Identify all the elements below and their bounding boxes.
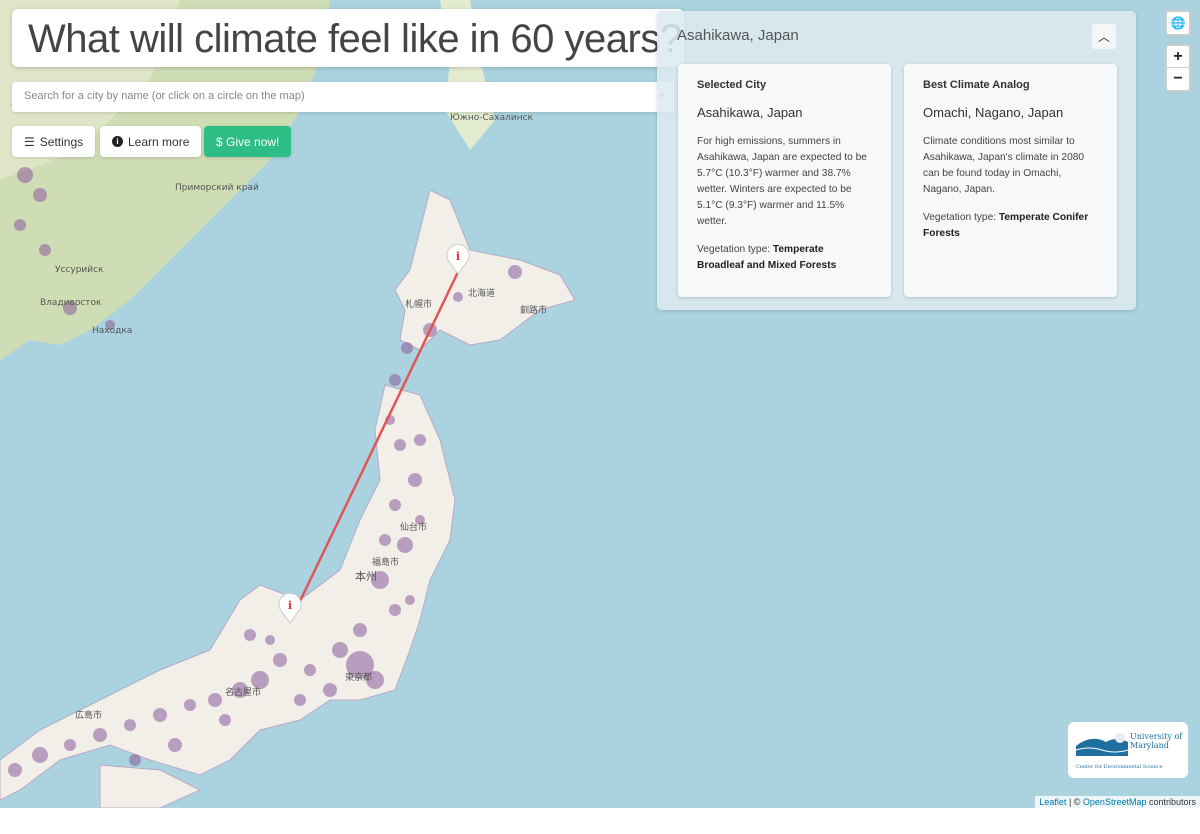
shikoku (99, 764, 202, 808)
city-circle[interactable] (251, 671, 269, 689)
zoom-control: + − (1165, 44, 1191, 92)
card-description: Climate conditions most similar to Asahi… (923, 136, 1085, 195)
card-city: Omachi, Nagano, Japan (923, 105, 1064, 120)
sliders-icon: ☰ (24, 134, 35, 149)
city-circle[interactable] (129, 754, 141, 766)
city-circle[interactable] (389, 374, 401, 386)
city-circle[interactable] (8, 763, 22, 777)
label-hiroshima: 広島市 (75, 709, 102, 721)
zoom-in-button[interactable]: + (1167, 46, 1189, 68)
chevron-up-icon: ︿ (1097, 30, 1110, 44)
vegetation-type: Vegetation type: Temperate Conifer Fores… (923, 210, 1098, 242)
city-circle[interactable] (17, 167, 33, 183)
city-circle[interactable] (153, 708, 167, 722)
city-circle[interactable] (33, 188, 47, 202)
card-description: For high emissions, summers in Asahikawa… (697, 136, 867, 227)
give-now-label: $ Give now! (216, 134, 280, 149)
globe-icon: 🌐 (1170, 16, 1186, 30)
label-fukushima: 福島市 (372, 556, 399, 568)
learn-more-label: Learn more (128, 134, 190, 149)
veg-label: Vegetation type: (697, 244, 773, 255)
city-circle[interactable] (124, 719, 136, 731)
panel-title: Asahikawa, Japan (677, 27, 799, 44)
label-sakhalin: Южно-Сахалинск (450, 113, 534, 123)
city-circle[interactable] (405, 595, 415, 605)
map-attribution: Leaflet | © OpenStreetMap contributors (1035, 796, 1200, 808)
label-hokkaido: 北海道 (468, 287, 495, 299)
give-now-button[interactable]: $ Give now! (204, 126, 292, 157)
city-circle[interactable] (401, 342, 413, 354)
svg-text:i: i (456, 250, 460, 263)
city-circle[interactable] (397, 537, 413, 553)
city-circle[interactable] (304, 664, 316, 676)
city-circle[interactable] (389, 604, 401, 616)
city-circle[interactable] (408, 473, 422, 487)
label-vladivostok: Владивосток (40, 298, 102, 308)
label-tokyo: 東京都 (345, 671, 372, 683)
settings-label: Settings (39, 134, 84, 149)
umces-logo[interactable]: Center for Environmental Science Univers… (1068, 722, 1188, 778)
city-circle[interactable] (323, 683, 337, 697)
label-honshu: 本州 (355, 569, 377, 583)
city-circle[interactable] (219, 714, 231, 726)
label-kushiro: 釧路市 (520, 304, 547, 316)
globe-button[interactable]: 🌐 (1165, 10, 1191, 36)
city-circle[interactable] (93, 728, 107, 742)
learn-more-button[interactable]: i Learn more (100, 126, 202, 157)
selected-city-card: Selected City Asahikawa, Japan For high … (678, 64, 891, 297)
search-placeholder: Search for a city by name (or click on a… (24, 90, 305, 102)
info-icon: i (112, 136, 123, 147)
honshu (0, 384, 456, 801)
leaflet-link[interactable]: Leaflet (1039, 797, 1066, 807)
city-circle[interactable] (389, 499, 401, 511)
city-circle[interactable] (394, 439, 406, 451)
city-circle[interactable] (208, 693, 222, 707)
city-circle[interactable] (379, 534, 391, 546)
city-circle[interactable] (353, 623, 367, 637)
climate-analog-card: Best Climate Analog Omachi, Nagano, Japa… (904, 64, 1117, 297)
label-sendai: 仙台市 (400, 521, 427, 533)
label-sapporo: 札幌市 (405, 298, 432, 310)
city-circle[interactable] (184, 699, 196, 711)
settings-button[interactable]: ☰ Settings (12, 126, 96, 157)
attr-contributors: contributors (1146, 797, 1196, 807)
city-circle[interactable] (453, 292, 463, 302)
city-search-input[interactable]: Search for a city by name (or click on a… (12, 82, 674, 112)
city-circle[interactable] (265, 635, 275, 645)
osm-link[interactable]: OpenStreetMap (1083, 797, 1147, 807)
city-circle[interactable] (414, 434, 426, 446)
hokkaido (394, 189, 576, 351)
label-ussuriysk: Уссурийск (55, 265, 104, 275)
collapse-button[interactable]: ︿ (1092, 24, 1116, 49)
attr-sep: | © (1066, 797, 1083, 807)
vegetation-type: Vegetation type: Temperate Broadleaf and… (697, 242, 872, 274)
page-title: What will climate feel like in 60 years? (12, 9, 684, 67)
city-info-panel: Asahikawa, Japan ︿ Selected City Asahika… (657, 11, 1136, 310)
city-circle[interactable] (168, 738, 182, 752)
logo-line1: University of Maryland (1130, 732, 1183, 750)
city-circle[interactable] (64, 739, 76, 751)
page-title-text: What will climate feel like in 60 years? (28, 17, 682, 61)
label-primorsky: Приморский край (175, 183, 259, 193)
city-circle[interactable] (14, 219, 26, 231)
card-city: Asahikawa, Japan (697, 105, 803, 120)
city-circle[interactable] (32, 747, 48, 763)
card-heading: Best Climate Analog (923, 79, 1030, 91)
svg-text:i: i (288, 599, 292, 612)
city-circle[interactable] (508, 265, 522, 279)
zoom-out-button[interactable]: − (1167, 68, 1189, 90)
city-circle[interactable] (39, 244, 51, 256)
city-circle[interactable] (294, 694, 306, 706)
label-nakhodka: Находка (92, 326, 132, 336)
city-circle[interactable] (273, 653, 287, 667)
veg-label: Vegetation type: (923, 212, 999, 223)
city-circle[interactable] (244, 629, 256, 641)
city-circle[interactable] (332, 642, 348, 658)
label-nagoya: 名古屋市 (225, 686, 261, 698)
card-heading: Selected City (697, 79, 767, 91)
logo-line2: Center for Environmental Science (1076, 764, 1163, 770)
